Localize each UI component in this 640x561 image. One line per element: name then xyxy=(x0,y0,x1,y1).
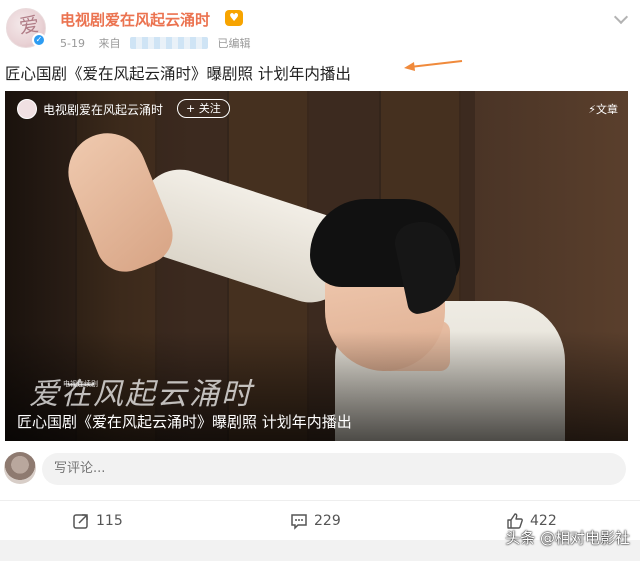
divider xyxy=(0,500,640,501)
chevron-down-icon[interactable] xyxy=(613,9,629,25)
username[interactable]: 电视剧爱在风起云涌时 xyxy=(60,9,210,30)
article-card[interactable]: 电视剧爱在风起云涌时 + 关注 ⚡文章 爱在风起云涌时 电视连续剧 匠心国剧《爱… xyxy=(5,91,628,441)
share-icon xyxy=(73,514,88,529)
weibo-post: 爱 ✓ 电视剧爱在风起云涌时 ♥ 5-19 来自 已编辑 匠心国剧《爱在风起云涌… xyxy=(0,0,640,561)
annotation-arrow-icon xyxy=(404,60,463,71)
post-meta: 5-19 来自 已编辑 xyxy=(60,35,250,51)
verified-icon: ✓ xyxy=(32,33,46,47)
vip-icon: ♥ xyxy=(225,10,243,26)
calligraphy-subtitle: 电视连续剧 xyxy=(63,380,98,388)
article-tag: ⚡文章 xyxy=(588,103,618,116)
comment-input[interactable] xyxy=(42,453,626,485)
comment-icon xyxy=(291,514,307,530)
edited-label: 已编辑 xyxy=(217,37,251,50)
post-date: 5-19 xyxy=(60,37,85,50)
media-account-name[interactable]: 电视剧爱在风起云涌时 xyxy=(43,101,163,118)
title-calligraphy-logo: 爱在风起云涌时 xyxy=(29,377,253,412)
comment-count: 229 xyxy=(314,513,341,529)
commenter-avatar xyxy=(4,452,36,484)
media-caption: 匠心国剧《爱在风起云涌时》曝剧照 计划年内播出 xyxy=(17,413,352,431)
source-prefix: 来自 xyxy=(98,37,121,50)
follow-button[interactable]: + 关注 xyxy=(177,99,230,118)
share-button[interactable]: 115 xyxy=(72,509,123,533)
blurred-source xyxy=(129,37,208,49)
post-text: 匠心国剧《爱在风起云涌时》曝剧照 计划年内播出 xyxy=(5,65,351,83)
watermark: 头条 @相对电影社 xyxy=(505,529,630,547)
comment-button[interactable]: 229 xyxy=(290,509,341,533)
share-count: 115 xyxy=(96,513,123,529)
media-account-avatar[interactable] xyxy=(17,99,37,119)
